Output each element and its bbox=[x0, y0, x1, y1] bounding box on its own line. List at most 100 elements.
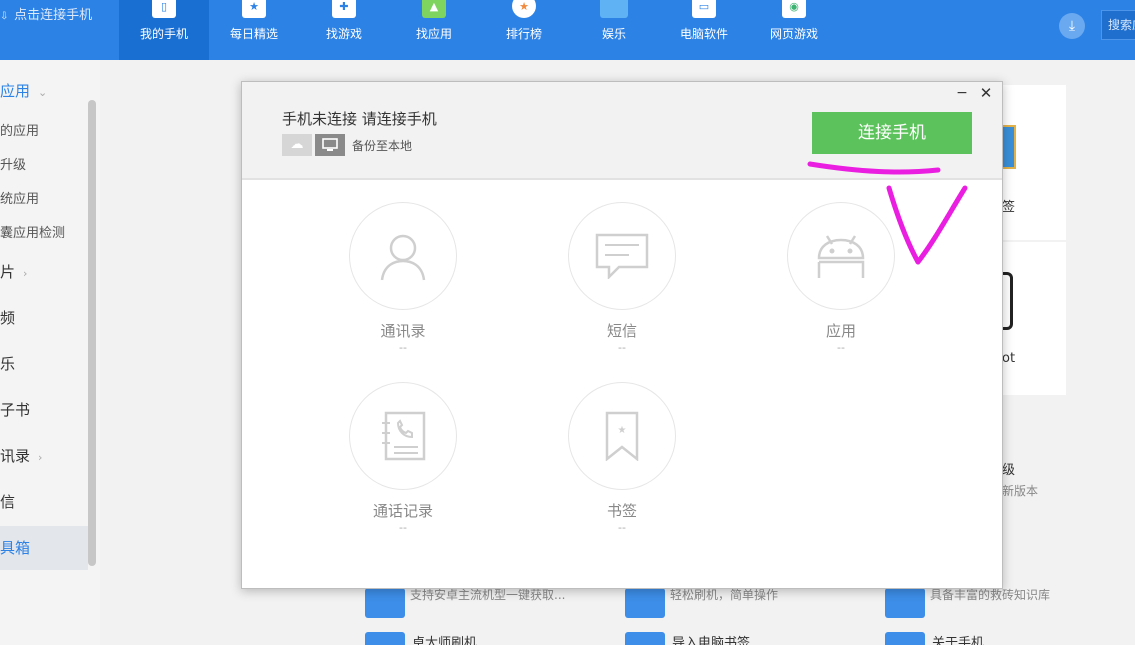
svg-text:★: ★ bbox=[618, 425, 627, 436]
feature-label: 短信 bbox=[606, 322, 637, 340]
sidebar-item-label: 的应用 bbox=[0, 124, 40, 139]
feature-circle: ★ bbox=[568, 382, 676, 490]
feature-call-log[interactable]: 通话记录 -- bbox=[333, 382, 473, 534]
cloud-icon: ☁ bbox=[290, 137, 304, 152]
bg-tool-title[interactable]: 导入电脑书签 bbox=[672, 632, 750, 645]
feature-label: 通讯录 bbox=[380, 322, 426, 340]
bg-tool-icon[interactable] bbox=[625, 588, 665, 618]
sidebar-item-label: 讯录 bbox=[0, 447, 31, 465]
tab-daily-picks[interactable]: ★ 每日精选 bbox=[209, 0, 299, 60]
bg-upgrade-subtitle: 新版本 bbox=[1002, 484, 1039, 498]
sidebar-item-ebook[interactable]: 子书 bbox=[0, 399, 88, 420]
tab-find-games[interactable]: ✚ 找游戏 bbox=[299, 0, 389, 60]
tab-label: 电脑软件 bbox=[679, 27, 728, 41]
search-input[interactable]: 搜索应 bbox=[1101, 10, 1135, 40]
feature-sms[interactable]: 短信 -- bbox=[552, 202, 692, 354]
chevron-down-icon: ⌄ bbox=[38, 86, 48, 99]
phone-icon: ▯ bbox=[152, 0, 176, 18]
entertainment-icon bbox=[600, 0, 628, 18]
sidebar-item-contacts[interactable]: 讯录 › bbox=[0, 445, 88, 466]
sidebar-item-music[interactable]: 乐 bbox=[0, 353, 88, 374]
ranking-icon: ★ bbox=[512, 0, 536, 18]
feature-contacts[interactable]: 通讯录 -- bbox=[333, 202, 473, 354]
close-icon[interactable]: ✕ bbox=[978, 85, 994, 101]
bg-card-label: 签 bbox=[1002, 200, 1016, 215]
feature-apps[interactable]: 应用 -- bbox=[771, 202, 911, 354]
download-icon[interactable]: ⤓ bbox=[1059, 13, 1085, 39]
bg-tool-icon[interactable] bbox=[365, 588, 405, 618]
sidebar-item-upgrade[interactable]: 升级 bbox=[0, 154, 88, 173]
feature-label: 书签 bbox=[606, 502, 637, 520]
sidebar-scrollbar[interactable] bbox=[88, 100, 96, 566]
sidebar-item-video[interactable]: 频 bbox=[0, 307, 88, 328]
tab-label: 找应用 bbox=[415, 27, 452, 41]
tab-label: 每日精选 bbox=[229, 27, 278, 41]
feature-circle bbox=[349, 382, 457, 490]
dialog-title: 手机未连接 请连接手机 bbox=[282, 110, 437, 128]
bg-upgrade-title: 级 bbox=[1002, 463, 1016, 478]
bg-tool-icon[interactable] bbox=[625, 632, 665, 645]
sms-icon bbox=[595, 233, 649, 279]
sidebar: 应用 ⌄ 的应用 升级 统应用 囊应用检测 片 › 频 乐 子书 讯录 › 信 具箱 bbox=[0, 60, 100, 645]
connect-phone-link-label: 点击连接手机 bbox=[14, 8, 93, 23]
main-nav: ▯ 我的手机 ★ 每日精选 ✚ 找游戏 ▲ 找应用 ★ 排行榜 娱乐 ▭ 电脑软… bbox=[119, 0, 839, 60]
tab-my-phone[interactable]: ▯ 我的手机 bbox=[119, 0, 209, 60]
sidebar-item-toolbox[interactable]: 具箱 bbox=[0, 537, 88, 558]
sidebar-item-my-apps[interactable]: 的应用 bbox=[0, 120, 88, 139]
connect-phone-dialog: 手机未连接 请连接手机 ☁ 备份至本地 连接手机 − ✕ 通讯录 -- 短信 -… bbox=[241, 81, 1003, 589]
feature-label: 通话记录 bbox=[372, 502, 433, 520]
contacts-icon bbox=[380, 234, 426, 281]
android-bag-icon: ▲ bbox=[422, 0, 446, 18]
chevron-right-icon: › bbox=[23, 267, 28, 280]
tab-label: 我的手机 bbox=[139, 27, 188, 41]
feature-circle bbox=[568, 202, 676, 310]
sidebar-item-system-apps[interactable]: 统应用 bbox=[0, 188, 88, 207]
sidebar-item-label: 具箱 bbox=[0, 539, 31, 557]
sidebar-item-capsule-check[interactable]: 囊应用检测 bbox=[0, 222, 88, 241]
feature-count: -- bbox=[837, 341, 845, 354]
bg-card-label: ot bbox=[1002, 351, 1016, 366]
sidebar-section-apps[interactable]: 应用 ⌄ bbox=[0, 80, 88, 101]
sidebar-item-label: 频 bbox=[0, 309, 16, 327]
bg-tool-title[interactable]: 关于手机 bbox=[932, 632, 984, 645]
sidebar-item-sms[interactable]: 信 bbox=[0, 491, 88, 512]
tab-find-apps[interactable]: ▲ 找应用 bbox=[389, 0, 479, 60]
monitor-icon bbox=[322, 138, 338, 151]
tab-pc-software[interactable]: ▭ 电脑软件 bbox=[659, 0, 749, 60]
minimize-icon[interactable]: − bbox=[954, 86, 970, 102]
bg-tool-icon[interactable] bbox=[885, 632, 925, 645]
sidebar-item-label: 升级 bbox=[0, 158, 27, 173]
monitor-icon: ▭ bbox=[692, 0, 716, 18]
tab-web-games[interactable]: ◉ 网页游戏 bbox=[749, 0, 839, 60]
bg-tool-icon[interactable] bbox=[365, 632, 405, 645]
cloud-backup-button[interactable]: ☁ bbox=[282, 134, 312, 156]
feature-bookmarks[interactable]: ★ 书签 -- bbox=[552, 382, 692, 534]
sidebar-item-label: 乐 bbox=[0, 355, 16, 373]
tab-ranking[interactable]: ★ 排行榜 bbox=[479, 0, 569, 60]
connect-phone-button[interactable]: 连接手机 bbox=[812, 112, 972, 154]
chevron-right-icon: › bbox=[38, 451, 43, 464]
bookmark-icon: ★ bbox=[605, 411, 639, 461]
top-nav-bar: ⇩ 点击连接手机 ▯ 我的手机 ★ 每日精选 ✚ 找游戏 ▲ 找应用 ★ 排行榜… bbox=[0, 0, 1135, 60]
android-icon bbox=[817, 235, 865, 278]
sidebar-item-label: 统应用 bbox=[0, 192, 40, 207]
tab-label: 网页游戏 bbox=[769, 27, 818, 41]
call-log-icon bbox=[382, 411, 426, 461]
bg-tool-title[interactable]: 卓大师刷机 bbox=[412, 632, 477, 645]
tab-entertainment[interactable]: 娱乐 bbox=[569, 0, 659, 60]
tab-label: 找游戏 bbox=[325, 27, 362, 41]
feature-circle bbox=[787, 202, 895, 310]
sidebar-item-photos[interactable]: 片 › bbox=[0, 261, 88, 282]
feature-count: -- bbox=[399, 521, 407, 534]
dialog-header: 手机未连接 请连接手机 ☁ 备份至本地 连接手机 − ✕ bbox=[242, 82, 1002, 180]
feature-label: 应用 bbox=[825, 322, 856, 340]
local-backup-button[interactable] bbox=[315, 134, 345, 156]
backup-local-label: 备份至本地 bbox=[352, 139, 413, 153]
tab-label: 娱乐 bbox=[601, 27, 626, 41]
sidebar-item-label: 应用 bbox=[0, 82, 31, 100]
star-icon: ★ bbox=[242, 0, 266, 18]
feature-circle bbox=[349, 202, 457, 310]
gamepad-icon: ✚ bbox=[332, 0, 356, 18]
connect-phone-link[interactable]: ⇩ 点击连接手机 bbox=[0, 6, 92, 26]
bg-tool-icon[interactable] bbox=[885, 588, 925, 618]
